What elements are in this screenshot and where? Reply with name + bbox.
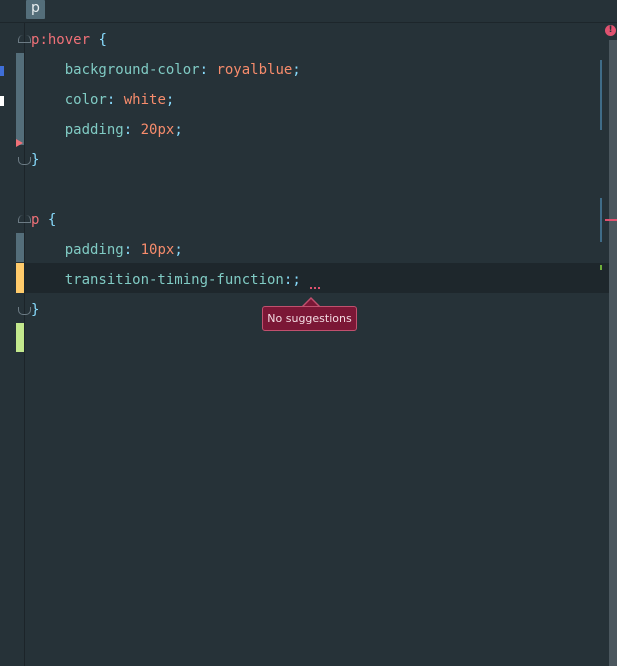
code-line-8[interactable]: padding: 10px; — [31, 235, 183, 265]
code-line-4[interactable]: padding: 20px; — [31, 115, 183, 145]
code-line-1[interactable]: p:hover { — [31, 25, 107, 55]
code-line-7[interactable]: p { — [31, 205, 56, 235]
modified-change-bar — [16, 53, 24, 145]
fold-close-icon[interactable] — [18, 157, 31, 165]
code-line-9[interactable]: transition-timing-function:; — [31, 265, 301, 295]
code-line-2[interactable]: background-color: royalblue; — [31, 55, 301, 85]
fold-open-icon[interactable] — [18, 215, 31, 223]
scrollbar-thumb[interactable] — [609, 40, 617, 666]
gutter-divider — [24, 23, 25, 666]
scope-ruler — [600, 198, 602, 242]
error-scroll-marker[interactable] — [605, 219, 617, 221]
added-change-bar — [16, 323, 24, 352]
breadcrumb: p — [0, 0, 617, 23]
modified-change-bar — [16, 263, 24, 293]
deleted-marker-icon — [16, 139, 23, 147]
modified-change-bar — [16, 233, 24, 262]
minimap-change-marker — [600, 265, 602, 270]
scope-ruler — [600, 60, 602, 130]
code-line-3[interactable]: color: white; — [31, 85, 175, 115]
breadcrumb-item-p[interactable]: p — [26, 0, 45, 19]
error-squiggle — [310, 284, 320, 289]
code-line-5[interactable]: } — [31, 145, 39, 175]
fold-close-icon[interactable] — [18, 307, 31, 315]
marker-white — [0, 96, 4, 106]
code-line-10[interactable]: } — [31, 295, 39, 325]
marker-blue — [0, 66, 4, 76]
no-suggestions-tooltip: No suggestions — [262, 306, 357, 331]
fold-open-icon[interactable] — [18, 35, 31, 43]
error-indicator-icon[interactable]: ! — [605, 25, 616, 36]
